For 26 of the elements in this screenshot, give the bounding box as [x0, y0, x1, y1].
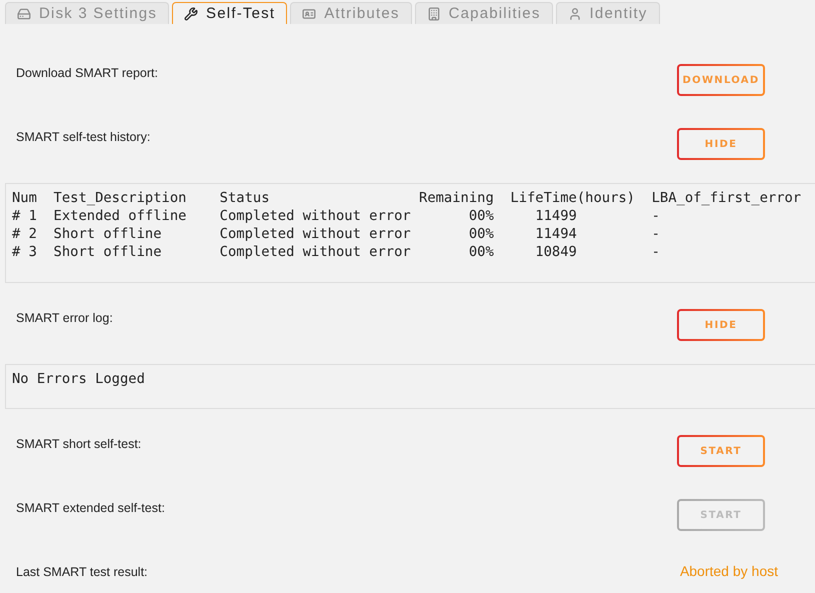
setting-label: Download SMART report: — [16, 66, 158, 80]
tab[interactable]: Attributes — [290, 2, 412, 24]
building-icon — [426, 6, 441, 20]
tab[interactable]: Capabilities — [414, 2, 553, 24]
result-text: Aborted by host — [680, 563, 778, 579]
action-button[interactable]: DOWNLOAD — [677, 64, 765, 96]
action-button[interactable]: HIDE — [677, 309, 765, 341]
log-line: Num Test_Description Status Remaining LifeTime(hours) LBA_of_first_error — [12, 189, 802, 207]
action-button[interactable]: HIDE — [677, 128, 765, 160]
setting-label: SMART extended self-test: — [16, 501, 165, 515]
user-icon — [568, 6, 582, 20]
setting-label: Last SMART test result: — [16, 565, 148, 579]
tab[interactable]: Self-Test — [172, 2, 288, 24]
log-line: No Errors Logged — [12, 370, 146, 388]
log-line: # 3 Short offline Completed without error 00% 10849 - — [12, 243, 661, 261]
tab[interactable]: Identity — [556, 2, 660, 24]
setting-label: SMART self-test history: — [16, 130, 150, 144]
setting-label: SMART short self-test: — [16, 437, 142, 451]
wrench-icon — [184, 6, 198, 20]
action-button[interactable]: START — [677, 435, 765, 467]
setting-label: SMART error log: — [16, 311, 113, 325]
hard-drive-icon — [17, 6, 31, 20]
id-card-icon — [302, 6, 316, 20]
log-line: # 1 Extended offline Completed without error 00% 11499 - — [12, 207, 661, 225]
log-line: # 2 Short offline Completed without error 00% 11494 - — [12, 225, 661, 243]
tab[interactable]: Disk 3 Settings — [5, 2, 170, 24]
